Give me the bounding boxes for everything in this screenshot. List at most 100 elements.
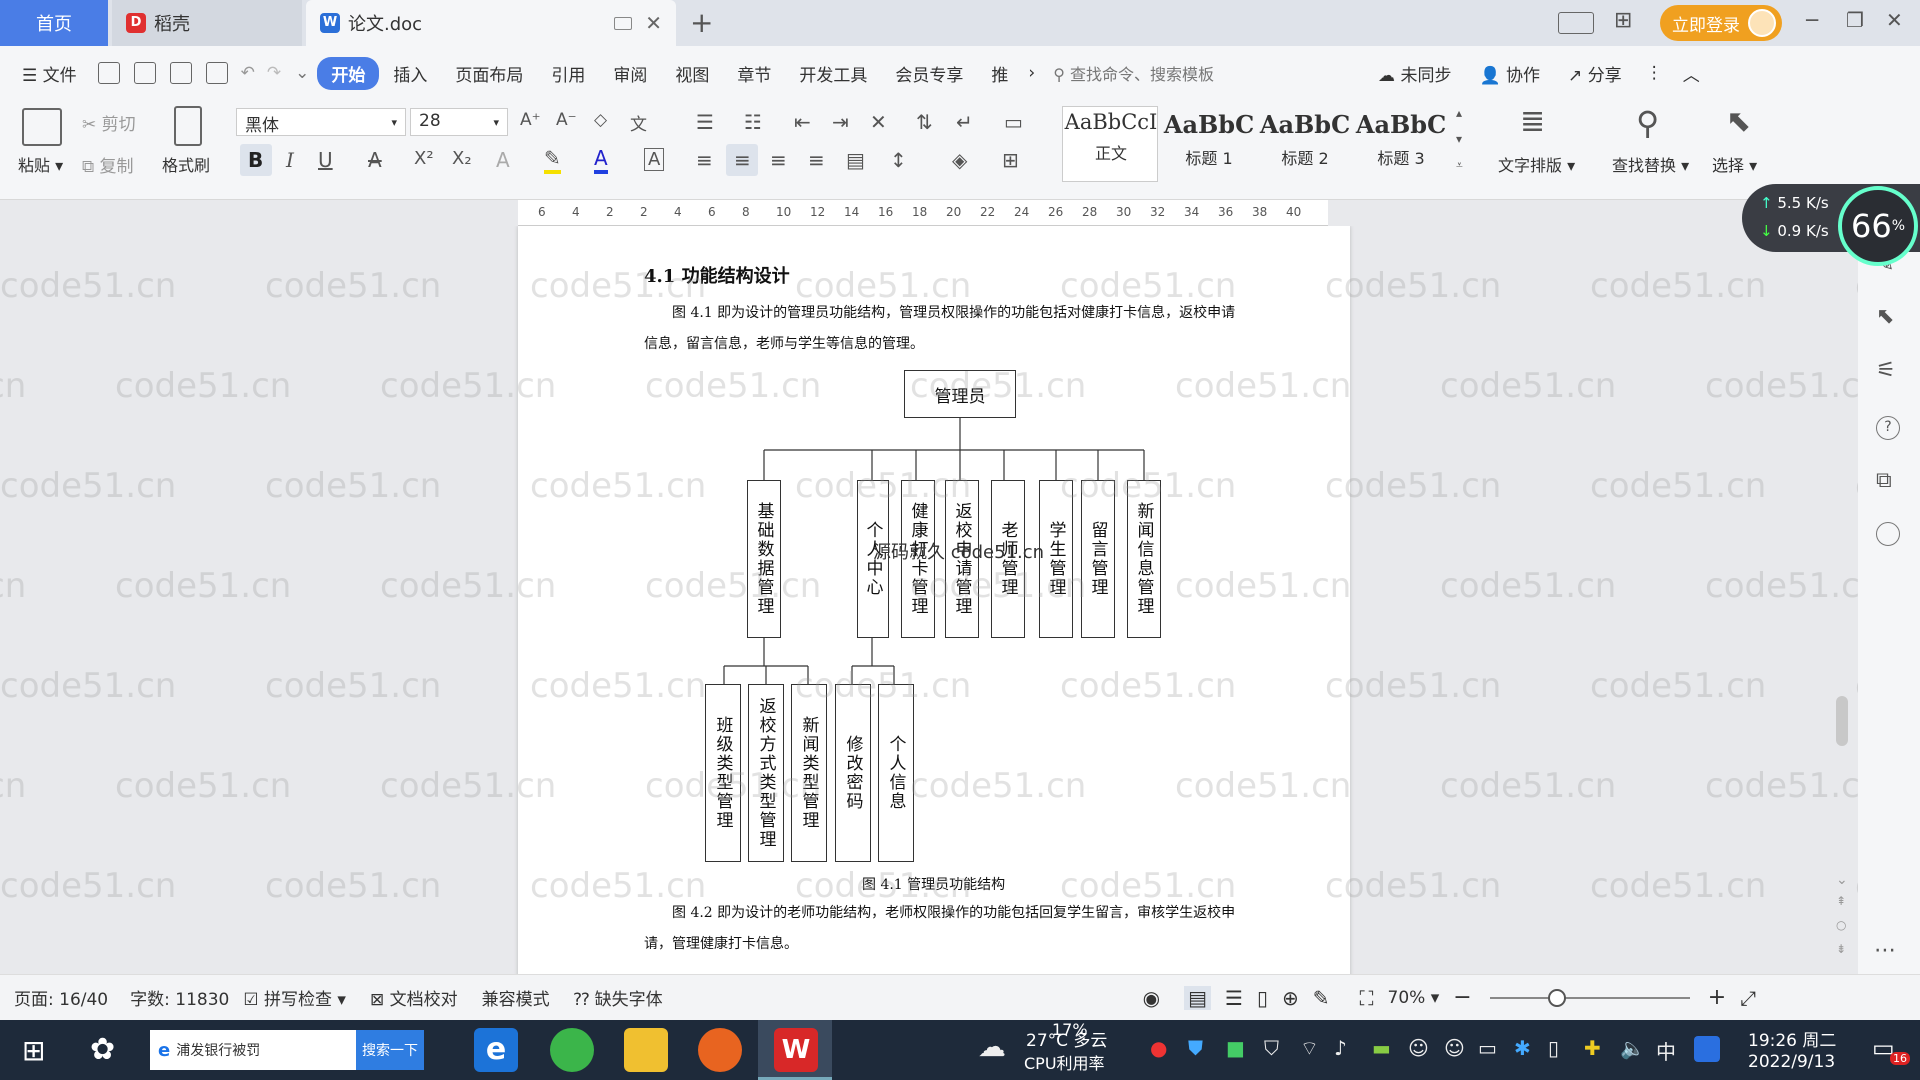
clear-format-icon[interactable]: ◇	[594, 110, 607, 130]
tray-red-icon[interactable]: ●	[1150, 1036, 1167, 1060]
restore-icon[interactable]: ❐	[1846, 8, 1864, 32]
more-options-icon[interactable]: ⋮	[1636, 63, 1673, 83]
align-left-icon[interactable]: ≡	[696, 148, 713, 172]
shading-icon[interactable]: ◈	[952, 148, 967, 172]
pinwheel-app-icon[interactable]: ✿	[90, 1032, 115, 1067]
subscript-icon[interactable]: X₂	[452, 148, 472, 169]
increase-indent-icon[interactable]: ⇥	[832, 110, 849, 134]
save-icon[interactable]	[97, 62, 120, 84]
menu-layout[interactable]: 页面布局	[441, 61, 537, 86]
phonetic-icon[interactable]: 文	[630, 110, 647, 135]
styles-scroll-down-icon[interactable]: ▾	[1456, 132, 1462, 146]
styles-expand-icon[interactable]: ⩡	[1456, 158, 1463, 173]
game-app-icon[interactable]	[698, 1028, 742, 1072]
windows-start-icon[interactable]: ⊞	[22, 1034, 45, 1067]
strikethrough-icon[interactable]: A	[368, 148, 382, 172]
taskbar-search-button[interactable]: 搜索一下	[356, 1030, 424, 1070]
find-replace-icon[interactable]: ⚲	[1636, 104, 1659, 142]
zoom-slider-handle[interactable]	[1547, 988, 1566, 1007]
next-page-icon[interactable]: ⇟	[1836, 942, 1846, 956]
web-view-icon[interactable]: ⊕	[1282, 986, 1299, 1010]
ime-indicator[interactable]: 中	[1656, 1036, 1676, 1065]
find-replace-button[interactable]: 查找替换 ▾	[1612, 152, 1689, 176]
highlight-icon[interactable]: ✎	[544, 146, 561, 174]
paste-button[interactable]: 粘贴 ▾	[18, 152, 63, 176]
zoom-out-icon[interactable]: −	[1453, 985, 1471, 1010]
usb-icon[interactable]: ▯	[1548, 1036, 1559, 1060]
network-speed-widget[interactable]: ↑ 5.5 K/s ↓ 0.9 K/s 66%	[1742, 184, 1920, 266]
style-heading1[interactable]: AaBbC 标题 1	[1162, 110, 1256, 182]
tab-ruler-icon[interactable]: ▭	[1004, 110, 1023, 134]
horizontal-ruler[interactable]: 6 4 2 2 4 6 8 10 12 14 16 18 20 22 24 26 28 30 32 34 36 38 40	[518, 200, 1328, 226]
select-cursor-icon[interactable]: ⬉	[1726, 104, 1751, 139]
copy-button[interactable]: ⧉ 复制	[82, 152, 134, 177]
spell-check-button[interactable]: ☑ 拼写检查 ▾	[243, 985, 346, 1010]
menu-view[interactable]: 视图	[661, 61, 723, 86]
chinese-layout-icon[interactable]: ✕	[870, 110, 887, 134]
font-size-select[interactable]: 28 ▾	[410, 108, 508, 136]
share-button[interactable]: ↗ 分享	[1554, 61, 1636, 86]
settings-sliders-icon[interactable]: ⚟	[1876, 358, 1896, 383]
tab-daoke[interactable]: D 稻壳	[112, 0, 302, 46]
zoom-slider[interactable]	[1489, 988, 1690, 1007]
missing-font-button[interactable]: ⁇ 缺失字体	[574, 985, 663, 1010]
align-right-icon[interactable]: ≡	[770, 148, 787, 172]
select-button[interactable]: 选择 ▾	[1712, 152, 1757, 176]
fit-page-icon[interactable]: ⛶	[1360, 986, 1374, 1010]
clock-date[interactable]: 2022/9/13	[1748, 1052, 1835, 1072]
style-normal[interactable]: AaBbCcI 正文	[1064, 110, 1158, 182]
eye-protect-icon[interactable]: ◉	[1143, 986, 1160, 1010]
cut-button[interactable]: ✂ 剪切	[82, 110, 136, 135]
monitor-icon[interactable]	[614, 16, 632, 30]
menu-references[interactable]: 引用	[537, 61, 599, 86]
superscript-icon[interactable]: X²	[414, 148, 434, 169]
collapse-ribbon-icon[interactable]: ︿	[1673, 61, 1710, 86]
help-icon[interactable]: ?	[1876, 416, 1900, 440]
compass-icon[interactable]	[1876, 522, 1900, 546]
grid-icon[interactable]: ⊞	[1614, 8, 1632, 33]
translate-icon[interactable]: ⧉	[1876, 468, 1892, 493]
bullet-list-icon[interactable]: ☰	[696, 110, 714, 134]
decrease-indent-icon[interactable]: ⇤	[794, 110, 811, 134]
tray-shield-icon[interactable]: ⛊	[1188, 1036, 1203, 1060]
shrink-font-icon[interactable]: A⁻	[556, 110, 577, 130]
input-method-icon[interactable]	[1694, 1036, 1720, 1062]
prev-page-icon[interactable]: ⇞	[1836, 894, 1846, 908]
redo-icon[interactable]: ↷	[261, 63, 287, 83]
volume-icon[interactable]: 🔈	[1620, 1036, 1645, 1060]
show-marks-icon[interactable]: ↵	[956, 110, 973, 134]
collab-button[interactable]: 👤 协作	[1465, 61, 1554, 86]
menu-developer[interactable]: 开发工具	[785, 61, 881, 86]
line-spacing-icon[interactable]: ↕	[890, 148, 907, 172]
layout-icon[interactable]	[1558, 12, 1594, 34]
menu-review[interactable]: 审阅	[599, 61, 661, 86]
scroll-down-arrow-icon[interactable]: ⌄	[1836, 872, 1848, 888]
font-color-icon[interactable]: A	[594, 146, 608, 174]
customize-chevron-icon[interactable]: ⌄	[287, 63, 317, 83]
italic-icon[interactable]: I	[286, 148, 294, 172]
file-explorer-icon[interactable]	[624, 1028, 668, 1072]
zoom-level[interactable]: 70% ▾	[1388, 988, 1440, 1008]
menu-chapter[interactable]: 章节	[723, 61, 785, 86]
styles-scroll-up-icon[interactable]: ▴	[1456, 106, 1462, 120]
page-view-icon[interactable]: ▤	[1184, 985, 1212, 1010]
doc-proof-button[interactable]: ⊠ 文档校对	[370, 985, 458, 1010]
bluetooth-icon[interactable]: ✱	[1514, 1036, 1531, 1060]
undo-icon[interactable]: ↶	[235, 63, 261, 83]
menu-scroll-right-icon[interactable]: ›	[1022, 63, 1041, 83]
notification-bell-icon[interactable]: ♪	[1334, 1036, 1347, 1060]
align-center-icon[interactable]: ≡	[734, 148, 751, 172]
write-mode-icon[interactable]: ✎	[1313, 986, 1330, 1010]
sidebar-more-icon[interactable]: ⋯	[1874, 938, 1896, 963]
tray-gpu-icon[interactable]: ▬	[1372, 1036, 1391, 1060]
grow-font-icon[interactable]: A⁺	[520, 110, 541, 130]
minimize-icon[interactable]: ─	[1806, 8, 1818, 32]
wifi-icon[interactable]: ⌔	[1300, 1036, 1319, 1061]
text-effect-icon[interactable]: A	[496, 148, 510, 172]
tab-home[interactable]: 首页	[0, 0, 108, 46]
char-border-icon[interactable]: A	[644, 148, 665, 171]
underline-icon[interactable]: U	[318, 148, 333, 172]
ie-browser-icon[interactable]: e	[474, 1028, 518, 1072]
menu-file[interactable]: ☰ 文件	[0, 61, 91, 86]
sync-button[interactable]: ☁ 未同步	[1364, 61, 1465, 86]
